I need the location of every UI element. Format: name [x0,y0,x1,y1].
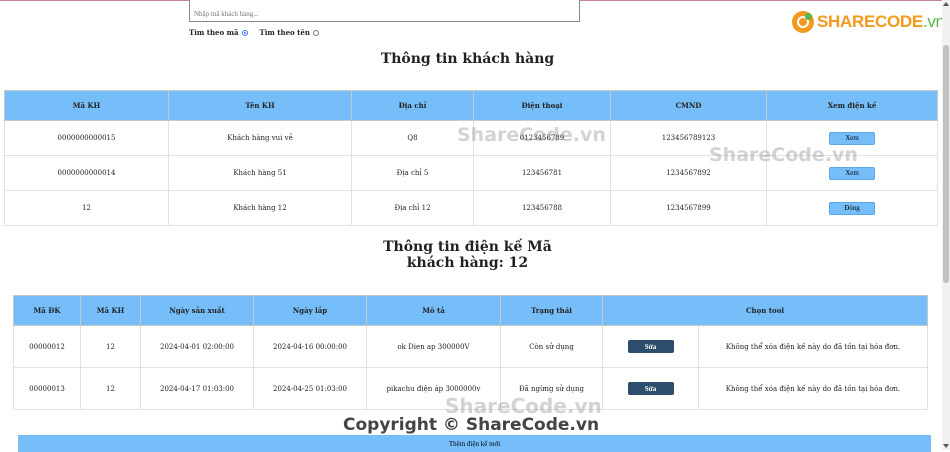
col-header: Mô tả [366,295,501,326]
view-meter-button[interactable]: Xem [829,166,875,180]
customer-address: Địa chỉ 5 [351,155,474,191]
copyright-watermark: Copyright © ShareCode.vn [343,415,600,435]
col-header: Địa chỉ [351,90,474,121]
col-header: Chọn tool [602,295,928,326]
meter-code: 00000012 [13,325,81,368]
customer-name: Khách hàng vui vẻ [168,120,352,156]
view-meter-cell: Xem [766,120,938,156]
scroll-thumb[interactable] [943,45,949,283]
customer-name: Khách hàng 51 [168,155,352,191]
filter-by-code-label: Tìm theo mã [189,28,239,37]
meter-status: Đã ngừng sử dụng [500,367,603,410]
col-header: Điện thoại [473,90,611,121]
logo-main: SHARECODE [817,12,923,31]
install-date: 2024-04-25 01:03:00 [253,367,367,410]
customer-phone: 123456781 [473,155,611,191]
customer-phone: 123456788 [473,190,611,226]
add-meter-button[interactable]: Thêm điện kế mới [18,435,931,452]
customer-phone: 0123456789 [473,120,611,156]
customer-code: 0000000000014 [4,155,169,191]
customer-name: Khách hàng 12 [168,190,352,226]
edit-cell: Sửa [602,325,699,368]
table-row: 00000012 12 2024-04-01 02:00:00 2024-04-… [13,325,928,368]
logo-text: SHARECODE.vn [817,12,945,32]
edit-meter-button[interactable]: Sửa [627,382,674,395]
customer-code: 12 [4,190,169,226]
customer-table-header: Mã KH Tên KH Địa chỉ Điện thoại CMND Xem… [4,90,938,121]
meter-table-header: Mã ĐK Mã KH Ngày sản xuất Ngày lắp Mô tả… [13,295,928,326]
meter-title-line-2: khách hàng: 12 [406,255,529,271]
meter-section-title: Thông tin điện kế Mã khách hàng: 12 [0,239,935,271]
meter-description: ok Dien ap 300000V [366,325,501,368]
customer-code: 12 [80,325,141,368]
col-header: Tên KH [168,90,352,121]
col-header: Ngày sản xuất [140,295,254,326]
col-header: Mã KH [80,295,141,326]
meter-status: Còn sử dụng [500,325,603,368]
sharecode-logo-icon [792,11,814,33]
radio-selected-icon[interactable] [241,29,248,36]
customer-id-card: 1234567899 [610,190,767,226]
customer-section-title: Thông tin khách hàng [380,51,555,67]
col-header: Xem điện kế [766,90,938,121]
table-row: 12 Khách hàng 12 Địa chỉ 12 123456788 12… [4,190,938,226]
meter-table: Mã ĐK Mã KH Ngày sản xuất Ngày lắp Mô tả… [13,295,928,410]
customer-table: Mã KH Tên KH Địa chỉ Điện thoại CMND Xem… [4,90,938,226]
delete-note: Không thể xóa điện kế này do đã tồn tại … [698,367,928,410]
customer-address: Địa chỉ 12 [351,190,474,226]
customer-code: 12 [80,367,141,410]
vertical-scrollbar[interactable] [942,0,950,450]
radio-unselected-icon[interactable] [312,29,319,36]
manufacture-date: 2024-04-17 01:03:00 [140,367,254,410]
edit-cell: Sửa [602,367,699,410]
meter-title-line-1: Thông tin điện kế Mã [383,239,552,255]
customer-address: Q8 [351,120,474,156]
delete-note: Không thể xóa điện kế này do đã tồn tại … [698,325,928,368]
customer-id-card: 123456789123 [610,120,767,156]
sharecode-logo: SHARECODE.vn [792,11,945,33]
meter-description: pikachu điện áp 3000000v [366,367,501,410]
search-input[interactable] [189,0,580,22]
view-meter-button[interactable]: Xem [829,131,875,145]
customer-code: 0000000000015 [4,120,169,156]
scroll-up-arrow-icon[interactable] [943,2,949,6]
scroll-down-arrow-icon[interactable] [943,444,949,448]
table-row: 0000000000014 Khách hàng 51 Địa chỉ 5 12… [4,155,938,191]
view-meter-cell: Xem [766,155,938,191]
col-header: Mã KH [4,90,169,121]
manufacture-date: 2024-04-01 02:00:00 [140,325,254,368]
col-header: Mã ĐK [13,295,81,326]
col-header: CMND [610,90,767,121]
edit-meter-button[interactable]: Sửa [627,340,674,353]
customer-id-card: 1234567892 [610,155,767,191]
install-date: 2024-04-16 00:00:00 [253,325,367,368]
filter-by-name-label: Tìm theo tên [259,28,310,37]
table-row: 0000000000015 Khách hàng vui vẻ Q8 01234… [4,120,938,156]
filter-by-name[interactable]: Tìm theo tên [260,28,319,37]
table-row: 00000013 12 2024-04-17 01:03:00 2024-04-… [13,367,928,410]
filter-by-code[interactable]: Tìm theo mã [189,28,248,37]
col-header: Ngày lắp [253,295,367,326]
search-filter: Tìm theo mã Tìm theo tên [189,28,319,37]
close-meter-button[interactable]: Đóng [829,201,875,215]
close-meter-cell: Đóng [766,190,938,226]
col-header: Trạng thái [500,295,603,326]
meter-code: 00000013 [13,367,81,410]
